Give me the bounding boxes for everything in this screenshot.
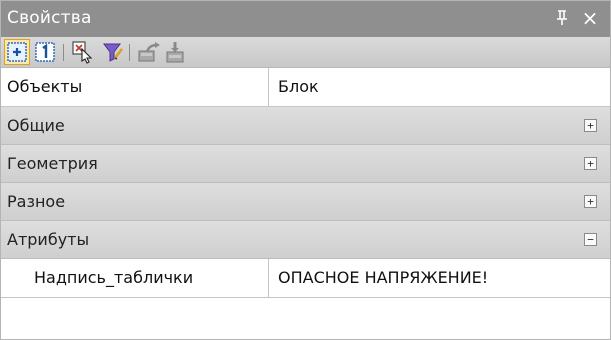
alphabetical-view-button[interactable] [33, 40, 57, 64]
export-button[interactable] [137, 40, 161, 64]
property-name: Надпись_таблички [1, 259, 269, 297]
panel-title: Свойства [7, 8, 92, 28]
import-button[interactable] [163, 40, 187, 64]
select-objects-button[interactable] [71, 40, 95, 64]
category-general[interactable]: Общие + [1, 107, 610, 145]
pin-icon [557, 10, 567, 25]
property-value[interactable]: ОПАСНОЕ НАПРЯЖЕНИЕ! [270, 259, 610, 297]
collapse-icon[interactable]: − [584, 233, 597, 246]
toolbar-separator [63, 44, 64, 61]
property-name: Объекты [1, 68, 269, 106]
toolbar-separator [129, 44, 130, 61]
category-label: Геометрия [7, 154, 98, 173]
property-grid: Объекты Блок Общие + Геометрия + Разное … [1, 68, 610, 298]
expand-icon[interactable]: + [584, 157, 597, 170]
toggle-view-icon [7, 42, 27, 62]
import-icon [166, 42, 184, 63]
category-geometry[interactable]: Геометрия + [1, 145, 610, 183]
select-objects-icon [72, 41, 93, 64]
filter-icon [103, 43, 124, 62]
close-button[interactable]: × [577, 5, 603, 31]
quick-select-button[interactable] [101, 40, 125, 64]
pin-button[interactable] [549, 5, 575, 31]
toolbar [1, 37, 610, 68]
title-bar: Свойства × [1, 1, 610, 37]
category-label: Атрибуты [7, 230, 90, 249]
properties-panel: Свойства × Объекты Блок Общие + Геометри… [0, 0, 611, 340]
category-misc[interactable]: Разное + [1, 183, 610, 221]
expand-icon[interactable]: + [584, 195, 597, 208]
category-attributes[interactable]: Атрибуты − [1, 221, 610, 259]
category-label: Разное [7, 192, 66, 211]
numbered-list-icon [35, 42, 55, 62]
property-value[interactable]: Блок [270, 68, 610, 106]
objects-row[interactable]: Объекты Блок [1, 68, 610, 107]
export-icon [138, 42, 160, 62]
categorized-view-button[interactable] [4, 39, 30, 65]
category-label: Общие [7, 116, 65, 135]
expand-icon[interactable]: + [584, 119, 597, 132]
attribute-row[interactable]: Надпись_таблички ОПАСНОЕ НАПРЯЖЕНИЕ! [1, 259, 610, 298]
